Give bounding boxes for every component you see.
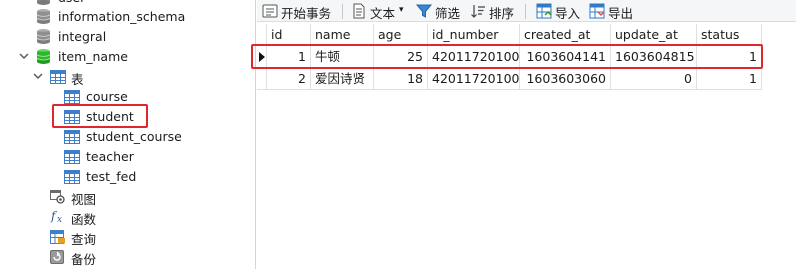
sort-icon: [470, 3, 486, 19]
cell-id-number[interactable]: 4201172010051: [428, 46, 520, 68]
backup-icon: [50, 250, 66, 264]
current-row-indicator[interactable]: [257, 46, 267, 68]
tree-item-label: student_course: [86, 129, 182, 144]
tree-item-db-integral[interactable]: integral: [0, 27, 255, 47]
cell-created-at[interactable]: 1603603060: [520, 68, 611, 90]
column-header-created-at[interactable]: created_at: [520, 24, 611, 46]
tree-table-teacher[interactable]: teacher: [0, 147, 255, 167]
cell-update-at[interactable]: 0: [611, 68, 697, 90]
tree-item-label: 查询: [71, 232, 97, 247]
database-icon: [36, 0, 51, 6]
function-icon: fx: [50, 208, 66, 225]
cell-created-at[interactable]: 1603604141: [520, 46, 611, 68]
tree-table-test-fed[interactable]: test_fed: [0, 167, 255, 187]
tree-item-label: student: [86, 109, 134, 124]
query-icon: [50, 230, 66, 244]
column-header-name[interactable]: name: [311, 24, 374, 46]
toolbar-divider: [342, 4, 343, 19]
row-indicator[interactable]: [257, 68, 267, 90]
cell-update-at[interactable]: 1603604815: [611, 46, 697, 68]
table-row[interactable]: 1 牛顿 25 4201172010051 1603604141 1603604…: [257, 46, 796, 68]
tree-item-label: course: [86, 89, 128, 104]
table-toolbar: 开始事务 文本 ▾ 筛选 排序 导入 导出: [257, 0, 796, 22]
cell-id[interactable]: 2: [267, 68, 311, 90]
database-icon: [36, 8, 51, 25]
column-header-age[interactable]: age: [374, 24, 428, 46]
cell-age[interactable]: 25: [374, 46, 428, 68]
grid-header-row: id name age id_number created_at update_…: [257, 24, 796, 46]
tree-group-tables[interactable]: 表: [0, 67, 255, 87]
tree-item-label: 视图: [71, 192, 97, 207]
column-header-id-number[interactable]: id_number: [428, 24, 520, 46]
import-icon: [536, 3, 552, 19]
database-open-icon: [36, 48, 51, 65]
tree-item-label: 备份: [71, 252, 97, 267]
tree-item-label: 函数: [71, 212, 97, 227]
cell-status[interactable]: 1: [697, 46, 762, 68]
export-icon: [589, 3, 605, 19]
tree-group-backups[interactable]: 备份: [0, 247, 255, 267]
document-icon: [351, 3, 367, 19]
tree-item-label: information_schema: [58, 9, 186, 24]
data-grid: id name age id_number created_at update_…: [257, 22, 796, 269]
tree-item-label: test_fed: [86, 169, 137, 184]
chevron-down-icon[interactable]: [33, 71, 43, 81]
chevron-down-icon[interactable]: [19, 51, 29, 61]
tree-table-student[interactable]: student: [0, 107, 255, 127]
view-icon: [50, 190, 66, 204]
table-group-icon: [50, 70, 66, 84]
tree-item-label: user: [58, 0, 85, 5]
cell-id[interactable]: 1: [267, 46, 311, 68]
tree-group-functions[interactable]: fx 函数: [0, 207, 255, 227]
column-header-status[interactable]: status: [697, 24, 762, 46]
filter-icon: [415, 3, 433, 19]
tree-item-label: item_name: [58, 49, 128, 64]
tree-item-label: integral: [58, 29, 107, 44]
tree-group-queries[interactable]: 查询: [0, 227, 255, 247]
table-icon: [64, 110, 80, 124]
cell-name[interactable]: 爱因诗贤: [311, 68, 374, 90]
row-header-corner: [257, 24, 267, 46]
tree-item-db-information-schema[interactable]: information_schema: [0, 7, 255, 27]
tree-item-db-item-name[interactable]: item_name: [0, 47, 255, 67]
cell-id-number[interactable]: 4201172010051: [428, 68, 520, 90]
table-icon: [64, 90, 80, 104]
cell-age[interactable]: 18: [374, 68, 428, 90]
table-icon: [64, 150, 80, 164]
navigation-tree: user information_schema integral item_na…: [0, 0, 256, 269]
cell-status[interactable]: 1: [697, 68, 762, 90]
tree-item-label: 表: [71, 72, 84, 87]
svg-text:x: x: [57, 215, 62, 224]
tree-item-label: teacher: [86, 149, 134, 164]
tree-table-student-course[interactable]: student_course: [0, 127, 255, 147]
database-icon: [36, 28, 51, 45]
cell-name[interactable]: 牛顿: [311, 46, 374, 68]
column-header-id[interactable]: id: [267, 24, 311, 46]
dropdown-caret-icon: ▾: [399, 5, 404, 15]
table-row[interactable]: 2 爱因诗贤 18 4201172010051 1603603060 0 1: [257, 68, 796, 90]
toolbar-divider: [525, 4, 526, 19]
table-icon: [64, 130, 80, 144]
table-icon: [64, 170, 80, 184]
tree-table-course[interactable]: course: [0, 87, 255, 107]
transaction-icon: [262, 3, 278, 19]
column-header-update-at[interactable]: update_at: [611, 24, 697, 46]
tree-group-views[interactable]: 视图: [0, 187, 255, 207]
